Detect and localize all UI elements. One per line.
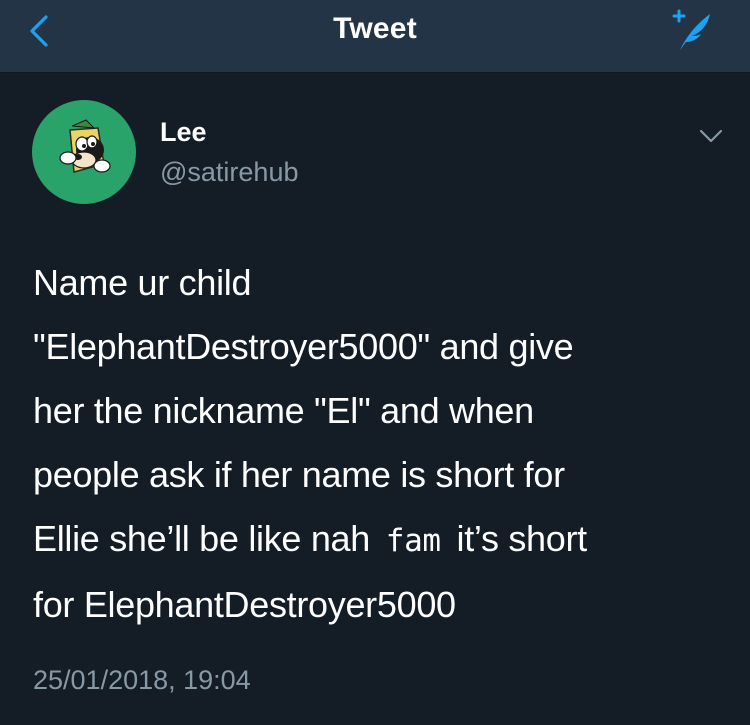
compose-tweet-button[interactable] — [668, 6, 716, 54]
tweet-text-line: Ellie she’ll be like nah fam it’s short — [33, 507, 733, 573]
avatar[interactable] — [32, 100, 136, 204]
tweet-menu-button[interactable] — [696, 125, 726, 147]
top-navigation-bar: Tweet — [0, 0, 750, 73]
author-handle[interactable]: @satirehub — [160, 157, 298, 188]
tweet-text-segment: Ellie she’ll be like nah — [33, 518, 370, 559]
page-title: Tweet — [333, 12, 417, 45]
author-display-name[interactable]: Lee — [160, 117, 207, 148]
tweet-text-line: people ask if her name is short for — [33, 454, 565, 495]
goofy-avatar-icon — [59, 119, 111, 173]
tweet-text-line: for ElephantDestroyer5000 — [33, 584, 456, 625]
tweet-body: Name ur child "ElephantDestroyer5000" an… — [33, 251, 733, 637]
compose-quill-icon — [672, 9, 710, 50]
chevron-down-icon — [699, 129, 723, 143]
tweet-text-mono-word: fam — [385, 523, 441, 559]
tweet-timestamp: 25/01/2018, 19:04 — [33, 665, 251, 695]
tweet-text-line: Name ur child — [33, 262, 252, 303]
tweet-text-segment: it’s short — [456, 518, 588, 559]
tweet-detail: Lee @satirehub Name ur child "ElephantDe… — [0, 73, 750, 725]
tweet-text-line: her the nickname "El" and when — [33, 390, 534, 431]
app-frame: Tweet Lee @satirehub Name ur child "Elep… — [0, 0, 750, 725]
tweet-text-line: "ElephantDestroyer5000" and give — [33, 326, 574, 367]
